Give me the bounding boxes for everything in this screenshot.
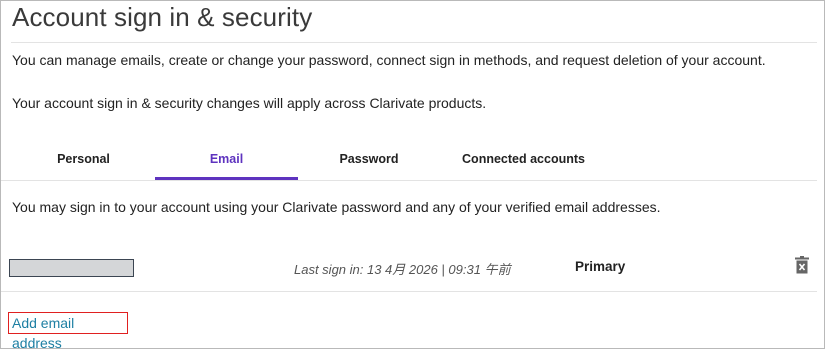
last-sign-in-text: Last sign in: 13 4月 2026 | 09:31 午前 — [294, 262, 511, 277]
email-row-divider — [1, 291, 817, 292]
tab-personal[interactable]: Personal — [12, 144, 155, 180]
intro-text: You can manage emails, create or change … — [12, 52, 766, 68]
page-title: Account sign in & security — [12, 2, 313, 32]
tabs-divider — [1, 180, 817, 181]
email-section-description: You may sign in to your account using yo… — [12, 199, 661, 215]
primary-badge: Primary — [575, 259, 626, 274]
account-security-panel: Account sign in & security You can manag… — [0, 0, 825, 351]
add-email-address-link[interactable]: Add email address — [8, 312, 128, 351]
title-divider — [11, 42, 817, 43]
tab-bar: Personal Email Password Connected accoun… — [12, 144, 817, 180]
email-address-redacted — [9, 259, 134, 277]
tab-connected-accounts[interactable]: Connected accounts — [440, 144, 607, 180]
trash-icon[interactable] — [794, 256, 810, 274]
products-note: Your account sign in & security changes … — [12, 95, 487, 111]
tab-password[interactable]: Password — [298, 144, 440, 180]
tab-email[interactable]: Email — [155, 144, 298, 180]
